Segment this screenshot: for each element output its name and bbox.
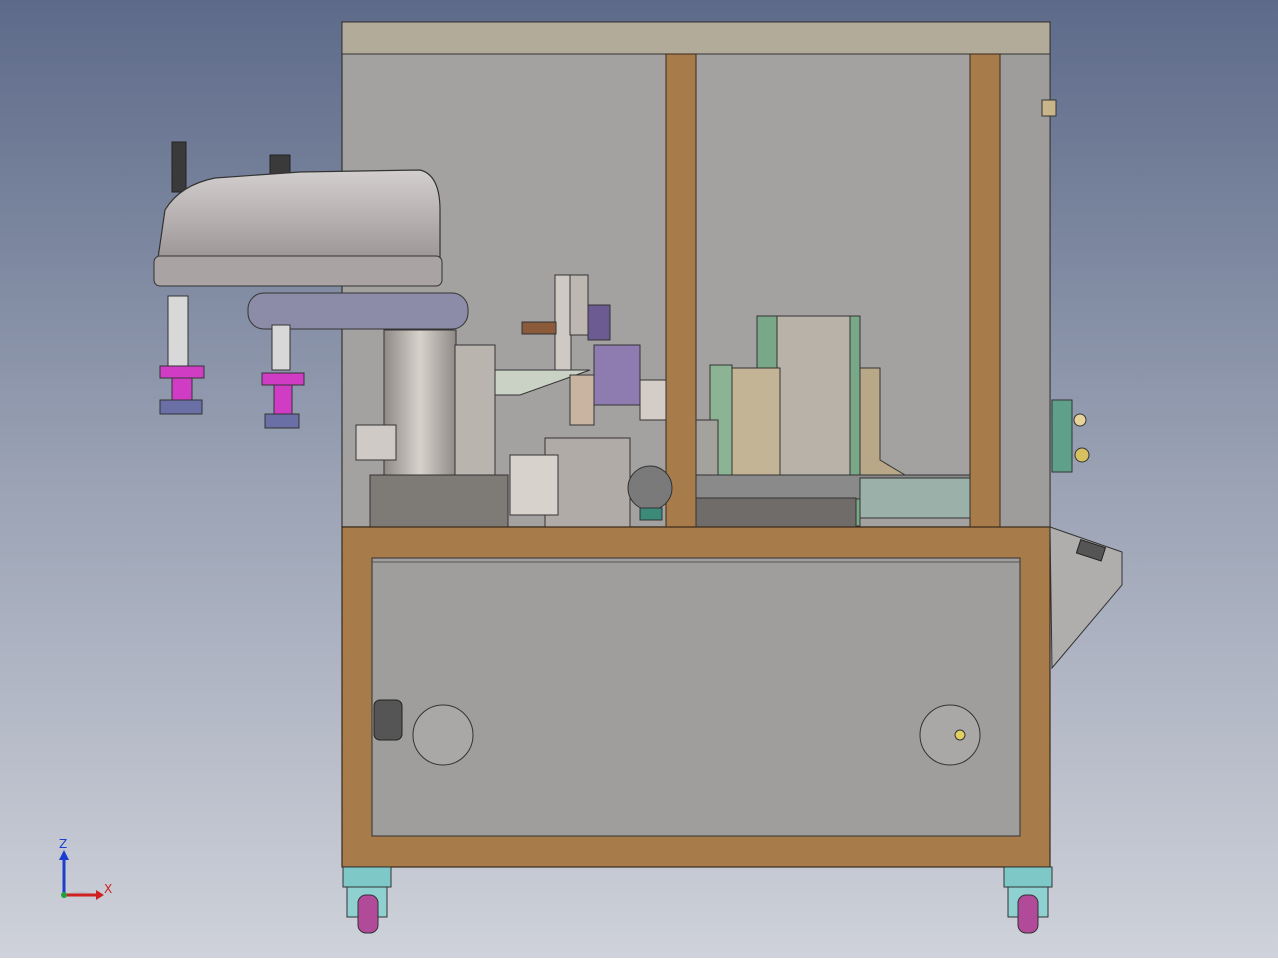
handle-icon[interactable]: [373, 699, 403, 741]
robot-link: [247, 292, 469, 330]
frame-post-left: [665, 53, 697, 528]
gripper-left: [159, 365, 205, 379]
purple-block: [593, 344, 641, 406]
x-axis-label: X: [104, 882, 112, 896]
lower-cabinet[interactable]: [341, 526, 1123, 868]
button-top-icon[interactable]: [1073, 413, 1087, 427]
cabinet-door[interactable]: [371, 557, 1021, 837]
cad-viewport[interactable]: Z X: [0, 0, 1278, 958]
gripper-right: [261, 372, 305, 386]
button-bottom-icon[interactable]: [1074, 447, 1090, 463]
fan-vent-right-icon: [919, 704, 981, 766]
latch-icon[interactable]: [1041, 99, 1057, 117]
top-cover: [341, 21, 1051, 55]
fan-vent-left-icon: [412, 704, 474, 766]
frame-post-right: [969, 53, 1001, 528]
z-axis-label: Z: [59, 837, 67, 851]
model-drawing[interactable]: Z X: [0, 0, 1278, 958]
